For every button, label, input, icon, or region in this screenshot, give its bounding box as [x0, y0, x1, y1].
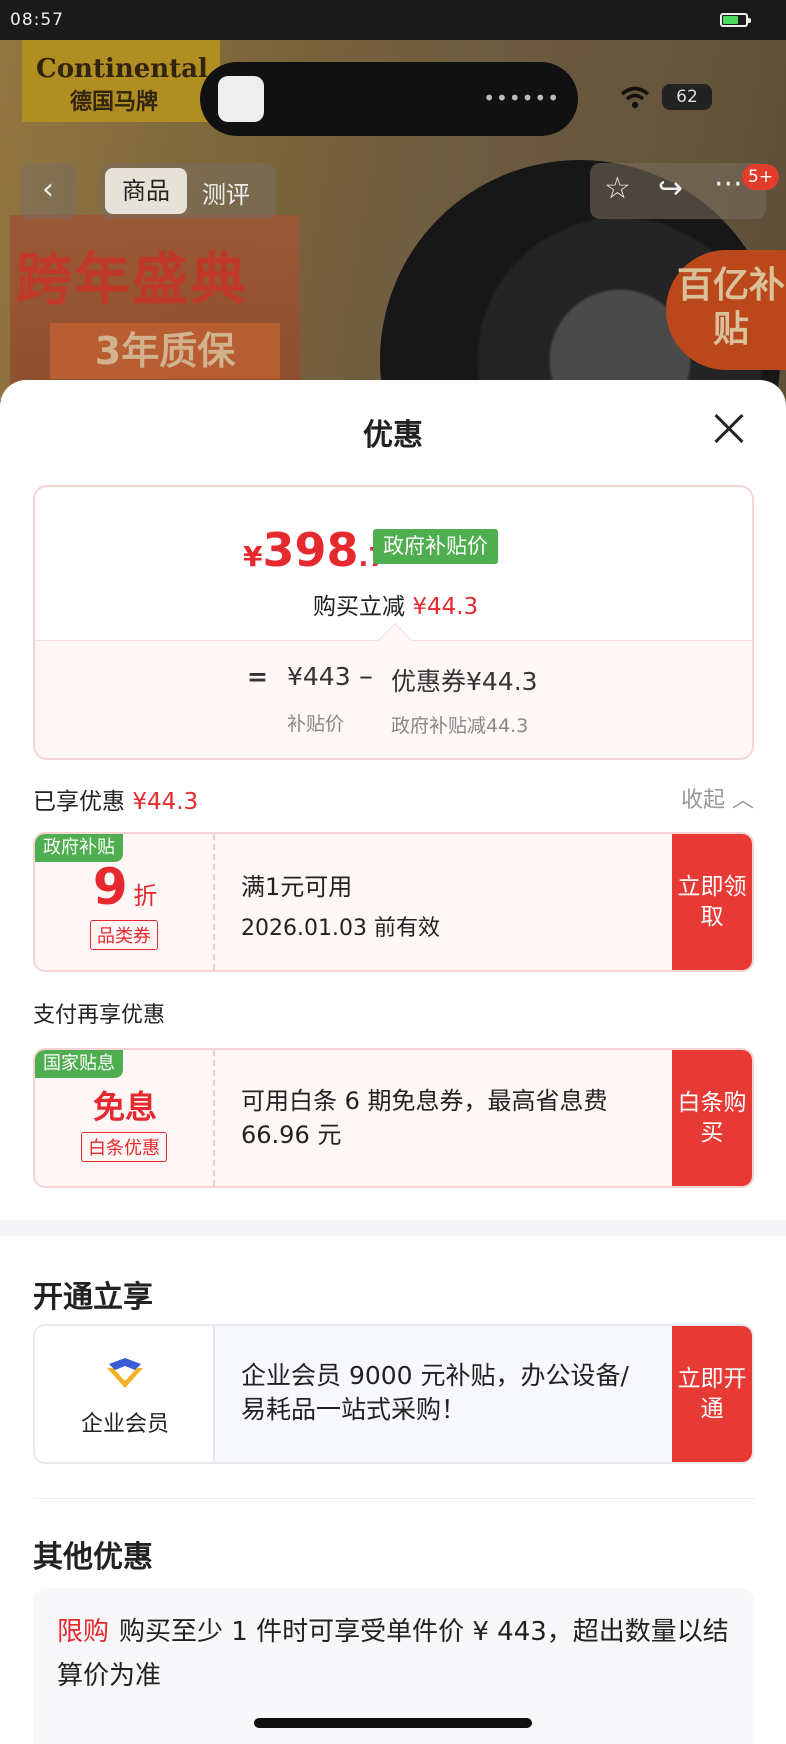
final-price: ¥398.7 — [243, 523, 386, 577]
discount-sheet: 优惠 ¥398.7 政府补贴价 购买立减 ¥44.3 = ¥443 – 优惠券¥… — [0, 380, 786, 1744]
subsidy-price-value: ¥443 — [287, 662, 351, 691]
battery-percent-badge: 62 — [662, 84, 712, 110]
status-bar: 08:57 — [0, 0, 786, 40]
coupon-title: 免息 — [92, 1088, 157, 1126]
instant-label: 购买立减 — [313, 594, 405, 620]
limit-tag: 限购 — [57, 1617, 110, 1647]
top-actions: ☆ ↪ ··· — [590, 163, 766, 219]
more-dots-icon: •••••• — [483, 86, 560, 110]
limit-description: 购买至少 1 件时可享受单件价 ¥ 443，超出数量以结算价为准 — [57, 1617, 729, 1691]
more-icon[interactable]: ··· — [714, 167, 743, 202]
coupon-condition: 满1元可用 — [241, 873, 353, 901]
enterprise-description: 企业会员 9000 元补贴，办公设备/易耗品一站式采购！ — [241, 1361, 629, 1424]
enjoyed-label: 已享优惠 — [33, 789, 125, 815]
open-section-title: 开通立享 — [33, 1280, 153, 1315]
coupon-expiry: 2026.01.03 前有效 — [241, 916, 440, 941]
coupon-kind: 品类券 — [90, 920, 158, 950]
formula-eq: = — [247, 662, 288, 691]
enjoyed-value: ¥44.3 — [132, 789, 199, 815]
home-indicator[interactable] — [254, 1718, 532, 1728]
pay-extra-label: 支付再享优惠 — [33, 1003, 166, 1028]
coupon-discount: 9 折 — [35, 858, 215, 916]
divider — [33, 1498, 754, 1499]
other-section-title: 其他优惠 — [33, 1540, 153, 1575]
price-card: ¥398.7 政府补贴价 购买立减 ¥44.3 = ¥443 – 优惠券¥44.… — [33, 485, 754, 760]
enterprise-label: 企业会员 — [80, 1412, 169, 1437]
close-icon[interactable] — [712, 412, 746, 446]
chevron-left-icon: ‹ — [42, 172, 54, 207]
wifi-icon — [620, 84, 650, 117]
dynamic-island: •••••• — [200, 62, 578, 136]
sheet-title: 优惠 — [363, 418, 423, 453]
back-button[interactable]: ‹ — [20, 163, 76, 219]
collapse-label: 收起 — [680, 788, 725, 813]
coupon-left: 国家贴息 免息 白条优惠 — [35, 1050, 215, 1186]
chevron-up-icon: ︿ — [731, 788, 754, 813]
coupon-tag: 国家贴息 — [35, 1050, 123, 1078]
price-integer: 398 — [262, 523, 359, 577]
discount-unit: 折 — [133, 882, 158, 910]
instant-discount: 购买立减 ¥44.3 — [313, 587, 478, 621]
product-tabs: 商品 测评 — [100, 163, 276, 219]
status-time: 08:57 — [10, 10, 64, 30]
notification-badge: 5+ — [742, 164, 780, 190]
coupon-value: 优惠券¥44.3 — [391, 667, 538, 696]
tab-review[interactable]: 测评 — [202, 175, 250, 210]
subsidy-price-label: 补贴价 — [287, 713, 345, 735]
enterprise-logo-icon — [107, 1358, 143, 1388]
price-breakdown — [35, 640, 752, 758]
battery-icon — [720, 13, 751, 27]
claim-coupon-button[interactable]: 立即领取 — [672, 834, 752, 970]
gov-subsidy-coupon: 政府补贴 9 折 品类券 满1元可用 2026.01.03 前有效 立即领取 — [33, 832, 754, 972]
share-icon[interactable]: ↪ — [658, 171, 683, 206]
price-currency: ¥ — [243, 540, 263, 573]
coupon-kind: 白条优惠 — [81, 1132, 167, 1162]
discount-number: 9 — [92, 858, 128, 916]
section-gap — [0, 1220, 786, 1236]
instant-value: ¥44.3 — [412, 594, 479, 620]
minus-sign: – — [359, 659, 373, 692]
star-icon[interactable]: ☆ — [604, 171, 631, 206]
app-icon — [218, 76, 264, 122]
collapse-button[interactable]: 收起 ︿ — [681, 782, 754, 814]
coupon-label: 政府补贴减44.3 — [391, 715, 529, 737]
open-enterprise-button[interactable]: 立即开通 — [672, 1326, 752, 1462]
baitiao-buy-button[interactable]: 白条购买 — [672, 1050, 752, 1186]
coupon-description: 可用白条 6 期免息券，最高省息费 66.96 元 — [241, 1087, 608, 1149]
enterprise-member-card: 企业会员 企业会员 9000 元补贴，办公设备/易耗品一站式采购！ 立即开通 — [33, 1324, 754, 1464]
interest-free-coupon: 国家贴息 免息 白条优惠 可用白条 6 期免息券，最高省息费 66.96 元 白… — [33, 1048, 754, 1188]
equals-sign: = — [247, 662, 268, 691]
tab-product[interactable]: 商品 — [105, 168, 187, 214]
coupon-left: 政府补贴 9 折 品类券 — [35, 834, 215, 970]
gov-subsidy-tag: 政府补贴价 — [373, 529, 498, 564]
enterprise-left: 企业会员 — [35, 1326, 215, 1462]
enjoyed-discount-row: 已享优惠 ¥44.3 收起 ︿ — [33, 782, 754, 816]
